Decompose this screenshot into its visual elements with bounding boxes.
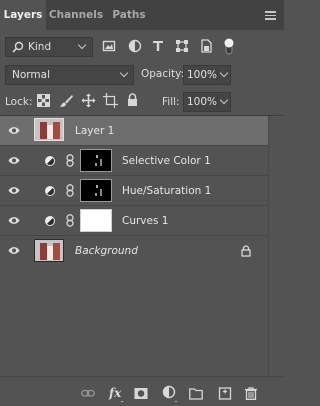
lock-all-icon[interactable] bbox=[127, 93, 138, 107]
layers-footer-toolbar: fx bbox=[0, 376, 284, 406]
layer-row-hue-saturation-1[interactable]: Hue/Saturation 1 bbox=[0, 176, 268, 206]
add-mask-icon[interactable] bbox=[134, 387, 148, 400]
fill-input[interactable]: 100% bbox=[183, 92, 231, 112]
smart-object-filter-icon[interactable] bbox=[199, 39, 213, 53]
svg-text:fx: fx bbox=[108, 386, 122, 400]
fx-icon[interactable]: fx bbox=[108, 385, 124, 403]
opacity-input[interactable]: 100% bbox=[183, 65, 231, 85]
chain-link-icon[interactable] bbox=[66, 154, 74, 167]
new-adjustment-icon[interactable] bbox=[162, 385, 178, 403]
opacity-value: 100% bbox=[187, 69, 218, 81]
filter-toggle-icon[interactable] bbox=[223, 37, 235, 55]
fill-value: 100% bbox=[187, 96, 218, 108]
layer-row-curves-1[interactable]: Curves 1 bbox=[0, 206, 268, 236]
tab-paths[interactable]: Paths bbox=[108, 0, 150, 30]
visibility-eye-icon[interactable] bbox=[8, 126, 20, 135]
lock-pixels-icon[interactable] bbox=[59, 94, 73, 108]
tab-channels[interactable]: Channels bbox=[48, 0, 104, 30]
lock-icon[interactable] bbox=[241, 245, 251, 257]
visibility-eye-icon[interactable] bbox=[8, 216, 20, 225]
chevron-down-icon bbox=[119, 68, 129, 78]
layer-name: Selective Color 1 bbox=[122, 155, 211, 167]
layer-row-selective-color-1[interactable]: Selective Color 1 bbox=[0, 146, 268, 176]
artboard-lock-icon[interactable] bbox=[103, 93, 118, 108]
pixel-filter-icon[interactable] bbox=[102, 39, 116, 53]
link-layers-icon[interactable] bbox=[81, 387, 95, 400]
delete-icon[interactable] bbox=[244, 387, 258, 400]
visibility-eye-icon[interactable] bbox=[8, 186, 20, 195]
chevron-down-icon[interactable] bbox=[219, 95, 229, 105]
visibility-eye-icon[interactable] bbox=[8, 246, 20, 255]
filter-kind-select[interactable]: Kind bbox=[5, 37, 93, 57]
layer-mask-thumbnail[interactable] bbox=[80, 149, 112, 172]
visibility-eye-icon[interactable] bbox=[8, 156, 20, 165]
lock-transparency-icon[interactable] bbox=[37, 94, 50, 107]
panel-menu-icon[interactable] bbox=[265, 11, 276, 20]
divider bbox=[217, 95, 218, 109]
search-icon bbox=[12, 41, 24, 53]
panel-tab-bar: Layers Channels Paths bbox=[0, 0, 284, 30]
chain-link-icon[interactable] bbox=[66, 214, 74, 227]
layer-thumbnail bbox=[34, 239, 64, 262]
layer-thumbnail bbox=[34, 118, 64, 141]
chain-link-icon[interactable] bbox=[66, 184, 74, 197]
layer-name: Curves 1 bbox=[122, 215, 169, 227]
blend-mode-value: Normal bbox=[12, 69, 50, 81]
layer-row-background[interactable]: Background bbox=[0, 236, 268, 266]
layer-row-layer-1[interactable]: Layer 1 bbox=[0, 116, 268, 146]
adjustment-layer-icon bbox=[45, 216, 55, 226]
adjustment-filter-icon[interactable] bbox=[128, 39, 142, 53]
shape-filter-icon[interactable] bbox=[175, 39, 189, 53]
new-group-icon[interactable] bbox=[189, 387, 203, 400]
tab-layers[interactable]: Layers bbox=[0, 0, 46, 30]
divider bbox=[217, 68, 218, 82]
adjustment-layer-icon bbox=[45, 186, 55, 196]
layer-name: Hue/Saturation 1 bbox=[122, 185, 212, 197]
layers-list: Layer 1 Selective Color 1 Hue/Saturation… bbox=[0, 116, 268, 266]
lock-position-icon[interactable] bbox=[81, 93, 96, 108]
layer-mask-thumbnail[interactable] bbox=[80, 209, 112, 232]
layer-name: Background bbox=[75, 245, 138, 257]
opacity-label: Opacity: bbox=[141, 68, 185, 80]
adjustment-layer-icon bbox=[45, 156, 55, 166]
blend-mode-select[interactable]: Normal bbox=[5, 65, 134, 85]
fill-label: Fill: bbox=[162, 96, 180, 108]
filter-kind-value: Kind bbox=[28, 41, 52, 53]
layer-name: Layer 1 bbox=[75, 125, 115, 137]
chevron-down-icon bbox=[77, 40, 87, 50]
scrollbar-track[interactable] bbox=[268, 116, 284, 376]
type-filter-icon[interactable] bbox=[151, 39, 165, 53]
chevron-down-icon[interactable] bbox=[219, 68, 229, 78]
new-layer-icon[interactable] bbox=[218, 387, 232, 400]
layer-mask-thumbnail[interactable] bbox=[80, 179, 112, 202]
lock-label: Lock: bbox=[5, 96, 33, 108]
